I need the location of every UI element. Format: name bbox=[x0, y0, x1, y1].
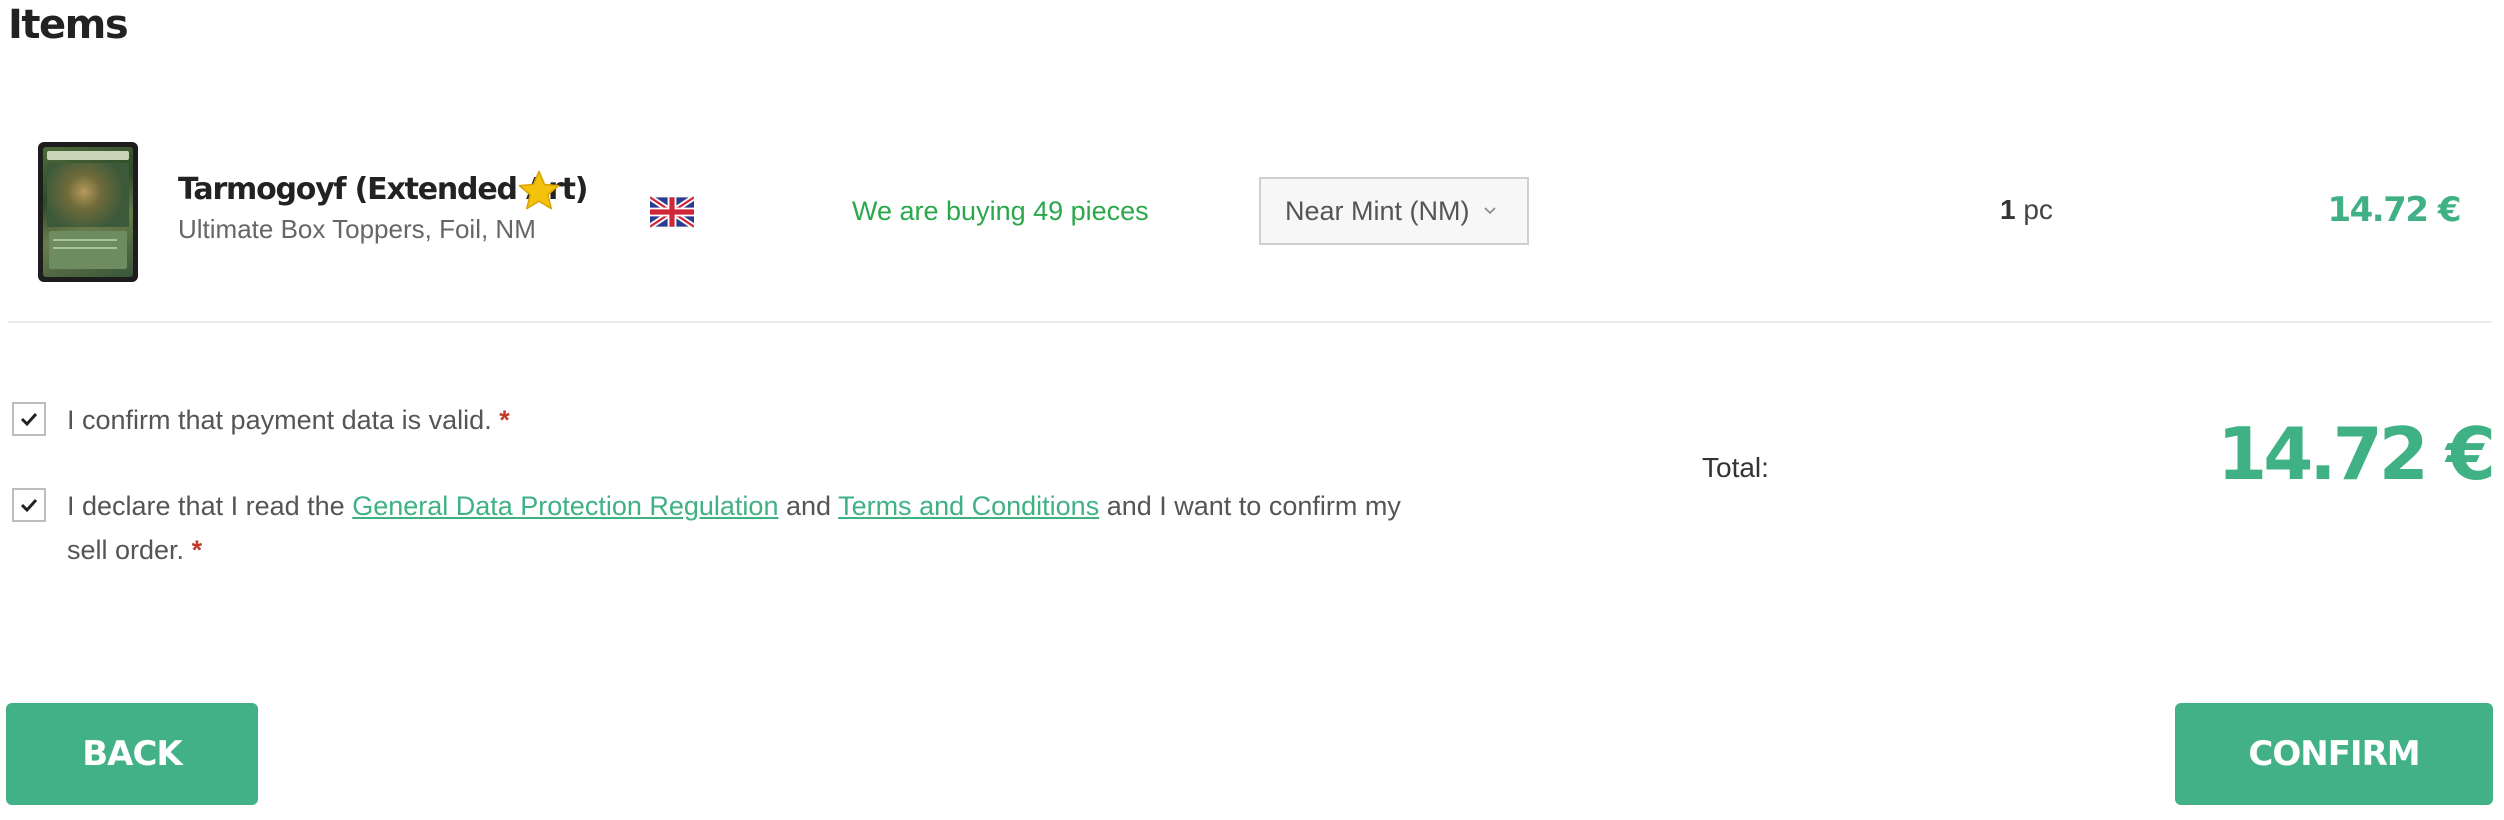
payment-consent-checkbox[interactable] bbox=[12, 402, 46, 436]
condition-select[interactable]: Near Mint (NM) bbox=[1259, 177, 1529, 245]
chevron-down-icon bbox=[1483, 207, 1496, 215]
payment-consent: I confirm that payment data is valid. * bbox=[12, 398, 1432, 442]
quantity-unit: pc bbox=[2023, 194, 2053, 225]
quantity-value: 1 bbox=[2000, 194, 2016, 225]
checkmark-icon bbox=[20, 412, 38, 427]
star-icon bbox=[518, 170, 560, 210]
confirm-button[interactable]: CONFIRM bbox=[2175, 703, 2493, 805]
back-button[interactable]: BACK bbox=[6, 703, 258, 805]
gdpr-consent-label: I declare that I read the General Data P… bbox=[67, 491, 1401, 565]
required-mark: * bbox=[499, 405, 510, 435]
gdpr-consent: I declare that I read the General Data P… bbox=[12, 484, 1432, 572]
card-artwork bbox=[43, 147, 133, 277]
uk-flag-icon bbox=[650, 196, 694, 228]
payment-consent-label: I confirm that payment data is valid. * bbox=[67, 405, 510, 435]
quantity: 1 pc bbox=[2000, 194, 2053, 226]
item-subtitle: Ultimate Box Toppers, Foil, NM bbox=[178, 214, 536, 244]
condition-value: Near Mint (NM) bbox=[1285, 195, 1470, 226]
gdpr-link[interactable]: General Data Protection Regulation bbox=[352, 491, 778, 521]
checkmark-icon bbox=[20, 498, 38, 513]
required-mark: * bbox=[191, 535, 203, 565]
total-price: 14.72 € bbox=[2217, 412, 2496, 496]
item-row: Tarmogoyf (Extended Art) Ultimate Box To… bbox=[0, 130, 2504, 320]
page-title: Items bbox=[8, 2, 129, 48]
terms-link[interactable]: Terms and Conditions bbox=[838, 491, 1099, 521]
gdpr-consent-checkbox[interactable] bbox=[12, 488, 46, 522]
item-price: 14.72 € bbox=[2327, 190, 2461, 230]
total-label: Total: bbox=[1702, 452, 1769, 483]
buying-info: We are buying 49 pieces bbox=[852, 196, 1149, 226]
card-image[interactable] bbox=[38, 142, 138, 282]
divider bbox=[8, 321, 2492, 323]
